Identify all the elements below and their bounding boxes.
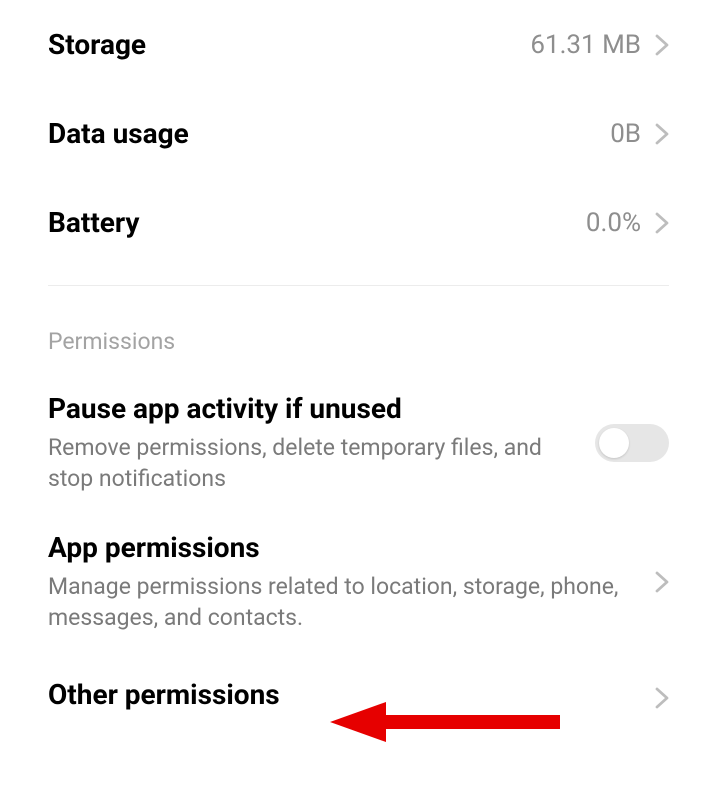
battery-value: 0.0% <box>586 208 641 238</box>
app-permissions-right <box>655 571 669 593</box>
app-permissions-title: App permissions <box>48 530 635 565</box>
data-usage-right: 0B <box>610 119 669 149</box>
row-storage[interactable]: Storage 61.31 MB <box>0 0 717 89</box>
chevron-right-icon <box>655 212 669 234</box>
row-other-permissions[interactable]: Other permissions <box>0 651 717 736</box>
app-permissions-textcol: App permissions Manage permissions relat… <box>48 530 635 633</box>
storage-value: 61.31 MB <box>530 30 641 60</box>
other-permissions-textcol: Other permissions <box>48 677 635 718</box>
chevron-right-icon <box>655 571 669 593</box>
pause-sub: Remove permissions, delete temporary fil… <box>48 432 575 494</box>
toggle-knob <box>599 428 629 458</box>
pause-toggle[interactable] <box>595 424 669 462</box>
section-header-permissions: Permissions <box>0 286 717 373</box>
other-permissions-right <box>655 687 669 709</box>
row-pause-activity[interactable]: Pause app activity if unused Remove perm… <box>0 373 717 512</box>
storage-label: Storage <box>48 28 146 61</box>
app-permissions-sub: Manage permissions related to location, … <box>48 571 635 633</box>
row-app-permissions[interactable]: App permissions Manage permissions relat… <box>0 512 717 651</box>
chevron-right-icon <box>655 34 669 56</box>
battery-right: 0.0% <box>586 208 669 238</box>
row-data-usage[interactable]: Data usage 0B <box>0 89 717 178</box>
chevron-right-icon <box>655 123 669 145</box>
data-usage-value: 0B <box>610 119 641 149</box>
data-usage-label: Data usage <box>48 117 189 150</box>
chevron-right-icon <box>655 687 669 709</box>
pause-title: Pause app activity if unused <box>48 391 575 426</box>
pause-textcol: Pause app activity if unused Remove perm… <box>48 391 575 494</box>
storage-right: 61.31 MB <box>530 30 669 60</box>
battery-label: Battery <box>48 206 140 239</box>
row-battery[interactable]: Battery 0.0% <box>0 178 717 267</box>
pause-right <box>595 424 669 462</box>
other-permissions-title: Other permissions <box>48 677 635 712</box>
